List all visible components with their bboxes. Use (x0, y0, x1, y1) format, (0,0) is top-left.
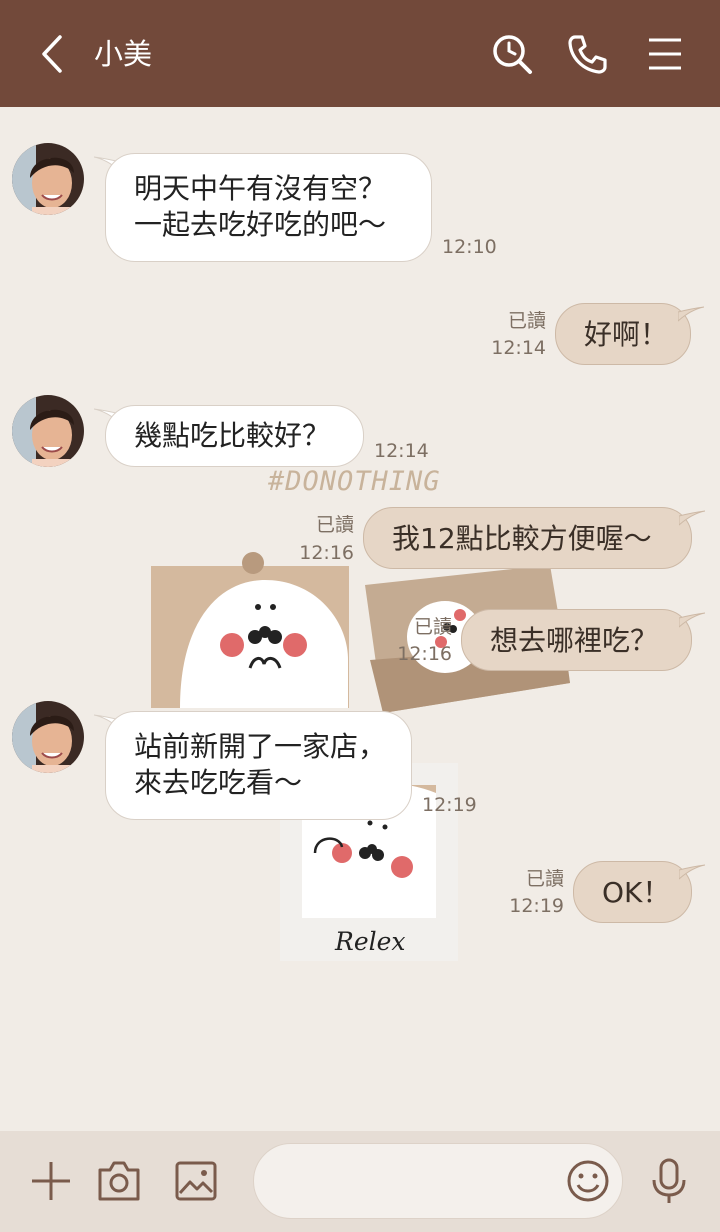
message-time: 12:16 (397, 643, 452, 665)
message-time: 12:14 (491, 337, 546, 359)
message-bubble-outgoing[interactable]: 好啊！ (555, 303, 691, 365)
camera-icon[interactable] (96, 1158, 142, 1204)
emoji-icon[interactable] (566, 1159, 610, 1203)
chat-header: 小美 (0, 0, 720, 107)
chevron-left-icon[interactable] (38, 34, 68, 74)
message-time: 12:14 (374, 440, 429, 462)
menu-icon[interactable] (643, 32, 687, 76)
message-time: 12:10 (442, 236, 497, 258)
phone-icon[interactable] (565, 32, 609, 76)
message-input[interactable] (253, 1143, 623, 1219)
search-icon[interactable] (490, 32, 534, 76)
bubble-tail (679, 612, 705, 628)
contact-name: 小美 (94, 37, 153, 71)
bubble-tail (679, 864, 705, 880)
read-receipt: 已讀 (507, 310, 546, 332)
message-time: 12:19 (422, 794, 477, 816)
read-receipt: 已讀 (315, 514, 354, 536)
bubble-tail (679, 510, 705, 526)
message-bubble-incoming[interactable]: 明天中午有沒有空？ 一起去吃好吃的吧〜 (105, 153, 432, 262)
message-bubble-outgoing[interactable]: OK！ (573, 861, 692, 923)
seal-note-decoration (151, 552, 349, 708)
plus-icon[interactable] (28, 1158, 74, 1204)
hashtag-decoration: #DONOTHING (268, 466, 441, 497)
relax-label: Relex (334, 927, 406, 956)
input-bar (0, 1131, 720, 1232)
avatar[interactable] (12, 143, 84, 215)
bubble-tail (678, 306, 704, 322)
message-bubble-incoming[interactable]: 幾點吃比較好？ (105, 405, 364, 467)
microphone-icon[interactable] (646, 1158, 692, 1204)
message-bubble-incoming[interactable]: 站前新開了一家店， 來去吃吃看〜 (105, 711, 412, 820)
message-bubble-outgoing[interactable]: 我12點比較方便喔〜 (363, 507, 692, 569)
avatar[interactable] (12, 395, 84, 467)
avatar[interactable] (12, 701, 84, 773)
message-time: 12:19 (509, 895, 564, 917)
message-bubble-outgoing[interactable]: 想去哪裡吃？ (461, 609, 692, 671)
image-icon[interactable] (173, 1158, 219, 1204)
read-receipt: 已讀 (525, 868, 564, 890)
read-receipt: 已讀 (413, 616, 452, 638)
message-time: 12:16 (299, 542, 354, 564)
